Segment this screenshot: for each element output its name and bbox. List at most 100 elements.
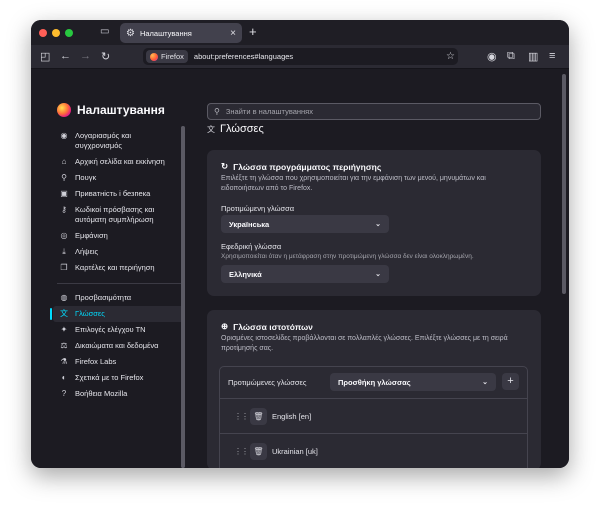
back-button[interactable]: ← (60, 50, 71, 62)
close-window-button[interactable] (39, 29, 47, 37)
sidebar-item-label: Δικαιώματα και δεδομένα (75, 341, 159, 350)
forward-button[interactable]: → (80, 50, 91, 62)
preferred-language-value: Українська (229, 219, 270, 229)
sidebar-item-about[interactable]: ◐ Σχετικά με το Firefox (53, 370, 185, 386)
delete-language-button[interactable]: 🗑 (250, 443, 267, 460)
sidebar-item-firefox-labs[interactable]: ⚗ Firefox Labs (53, 354, 185, 370)
sidebar-scrollbar[interactable] (181, 126, 185, 468)
sidebar-item-label: Εμφάνιση (75, 231, 108, 240)
sidebar-item-label: Γλώσσες (75, 309, 105, 318)
accessibility-icon: ◍ (60, 293, 68, 302)
delete-language-button[interactable]: 🗑 (250, 408, 267, 425)
home-icon: ⌂ (61, 157, 67, 166)
main-scrollbar[interactable] (562, 74, 566, 294)
sidebar-item-passwords[interactable]: ⚷ Κωδικοί πρόσβασης και αυτόματη συμπλήρ… (53, 202, 185, 228)
language-name: Ukrainian [uk] (272, 447, 318, 456)
firefox-logo-icon (57, 103, 71, 117)
website-language-title: ⊕ Γλώσσα ιστοτόπων (221, 321, 313, 332)
ai-icon: ✦ (60, 325, 68, 334)
account-icon[interactable]: ◉ (487, 50, 497, 63)
website-language-title-text: Γλώσσα ιστοτόπων (233, 321, 313, 332)
sidebar-item-accessibility[interactable]: ◍ Προσβασιμότητα (53, 290, 185, 306)
help-icon: ? (61, 389, 67, 398)
sidebar-item-label: Firefox Labs (75, 357, 117, 366)
sidebar-item-label: Αρχική σελίδα και εκκίνηση (75, 157, 165, 166)
drag-handle-icon[interactable]: ⋮⋮ (234, 412, 249, 421)
url-bar[interactable]: Firefox about:preferences#languages ☆ (143, 48, 458, 65)
browser-language-card: ↻ Γλώσσα προγράμματος περιήγησης Επιλέξτ… (207, 150, 541, 296)
fallback-language-help: Χρησιμοποιείται όταν η μετάφραση στην πρ… (221, 253, 474, 260)
preferred-languages-table: Προτιμώμενες γλώσσες Προσθήκη γλώσσας ⌄ … (219, 366, 528, 468)
sidebar-item-ai-controls[interactable]: ✦ Επιλογές ελέγχου ΤΝ (53, 322, 185, 338)
sidebar-item-account[interactable]: ◉ Λογαριασμός και συγχρονισμός (53, 128, 185, 154)
sidebar-item-appearance[interactable]: ◎ Εμφάνιση (53, 228, 185, 244)
reload-button[interactable]: ↻ (101, 50, 110, 63)
sidebar-item-search[interactable]: ⚲ Πουγκ (53, 170, 185, 186)
new-tab-button[interactable]: + (249, 24, 257, 39)
sidebar-nav: ◉ Λογαριασμός και συγχρονισμός ⌂ Αρχική … (50, 128, 185, 402)
preferences-content: Налаштування ◉ Λογαριασμός και συγχρονισ… (31, 70, 569, 468)
url-text[interactable]: about:preferences#languages (194, 52, 446, 61)
tabs-icon: ❐ (60, 263, 68, 272)
sidebar-divider (57, 283, 181, 284)
key-icon: ⚷ (61, 205, 67, 214)
search-icon: ⚲ (214, 107, 220, 116)
sidebar-item-home[interactable]: ⌂ Αρχική σελίδα και εκκίνηση (53, 154, 185, 170)
sidebar-title: Налаштування (77, 103, 165, 117)
firefox-icon (150, 52, 158, 61)
add-language-button[interactable]: + (502, 373, 519, 390)
browser-language-title-text: Γλώσσα προγράμματος περιήγησης (233, 161, 382, 172)
lock-icon: ▣ (60, 189, 68, 198)
drag-handle-icon[interactable]: ⋮⋮ (234, 447, 249, 456)
tab-settings[interactable]: ⚙ Налаштування × (120, 23, 242, 43)
sidebar-toggle-icon[interactable]: ◰ (40, 50, 50, 63)
translate-icon: 文 (60, 309, 68, 318)
menu-icon[interactable]: ≡ (549, 50, 555, 62)
sidebar-item-label: Κωδικοί πρόσβασης και αυτόματη συμπλήρωσ… (75, 205, 155, 224)
firefox-icon: ◐ (61, 373, 67, 382)
extensions-icon[interactable]: ⧉ (507, 50, 515, 63)
preferred-languages-label: Προτιμώμενες γλώσσες (228, 378, 307, 387)
search-icon: ⚲ (61, 173, 67, 182)
tab-title: Налаштування (139, 28, 192, 38)
browser-language-title: ↻ Γλώσσα προγράμματος περιήγησης (221, 161, 381, 172)
page-heading: 文 Γλώσσες (207, 123, 264, 135)
language-name: English [en] (272, 412, 312, 421)
tab-bar: ▭ ⚙ Налаштування × + (31, 20, 569, 45)
nav-bar: ◰ ← → ↻ Firefox about:preferences#langua… (31, 45, 569, 69)
sidebar-item-privacy[interactable]: ▣ Приватність і безпека (53, 186, 185, 202)
minimize-window-button[interactable] (52, 29, 60, 37)
identity-badge[interactable]: Firefox (146, 50, 188, 63)
sidebar-icon[interactable]: ▥ (528, 50, 538, 63)
sidebar-item-label: Приватність і безпека (75, 189, 151, 198)
sidebar-item-label: Λογαριασμός και συγχρονισμός (75, 131, 132, 150)
language-row[interactable]: ⋮⋮ 🗑 English [en] (220, 400, 527, 434)
translate-icon: 文 (207, 124, 215, 134)
sidebar-brand: Налаштування (57, 103, 165, 117)
tab-overview-icon[interactable]: ▭ (100, 26, 112, 38)
window-controls (39, 29, 73, 37)
bookmark-star-icon[interactable]: ☆ (446, 51, 455, 62)
sidebar-item-label: Βοήθεια Mozilla (75, 389, 128, 398)
sidebar-item-label: Επιλογές ελέγχου ΤΝ (75, 325, 146, 334)
fallback-language-select[interactable]: Ελληνικά ⌄ (221, 265, 389, 283)
sidebar-item-downloads[interactable]: ⤓ Λήψεις (53, 244, 185, 260)
sidebar-item-languages[interactable]: 文 Γλώσσες (50, 306, 185, 322)
sidebar-scroll-thumb[interactable] (181, 126, 185, 468)
sidebar-item-label: Σχετικά με το Firefox (75, 373, 144, 382)
sidebar-item-label: Καρτέλες και περιήγηση (75, 263, 155, 272)
close-tab-icon[interactable]: × (230, 28, 236, 39)
settings-search-input[interactable] (225, 107, 526, 116)
fallback-language-value: Ελληνικά (229, 269, 262, 279)
add-language-select[interactable]: Προσθήκη γλώσσας ⌄ (330, 373, 496, 391)
settings-search-box[interactable]: ⚲ (207, 103, 541, 120)
sidebar-item-tabs[interactable]: ❐ Καρτέλες και περιήγηση (53, 260, 185, 276)
gear-icon: ⚙ (126, 27, 135, 39)
page-title: Γλώσσες (220, 123, 264, 135)
language-row[interactable]: ⋮⋮ 🗑 Ukrainian [uk] (220, 435, 527, 468)
maximize-window-button[interactable] (65, 29, 73, 37)
sidebar-item-help[interactable]: ? Βοήθεια Mozilla (53, 386, 185, 402)
preferred-language-select[interactable]: Українська ⌄ (221, 215, 389, 233)
eye-icon: ◎ (60, 231, 68, 240)
sidebar-item-permissions[interactable]: ⚖ Δικαιώματα και δεδομένα (53, 338, 185, 354)
